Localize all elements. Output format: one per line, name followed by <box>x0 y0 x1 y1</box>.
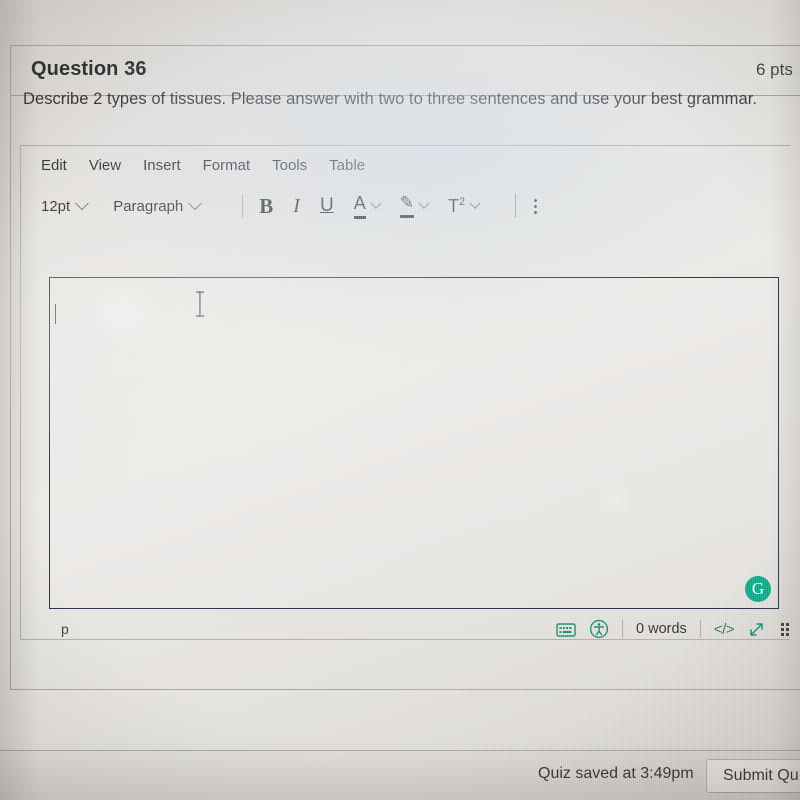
question-points: 6 pts <box>756 60 793 79</box>
status-divider <box>622 620 624 638</box>
accessibility-icon[interactable] <box>589 619 609 639</box>
bold-button[interactable]: B <box>259 194 273 219</box>
editor-menubar: Edit View Insert Format Tools Table <box>21 146 790 184</box>
font-size-dropdown[interactable]: 12pt <box>41 196 90 215</box>
menu-item-insert[interactable]: Insert <box>143 157 181 174</box>
footer-divider <box>0 750 800 751</box>
photographed-screen: Question 36 6 pts Describe 2 types of ti… <box>0 0 800 800</box>
menu-item-view[interactable]: View <box>89 157 121 174</box>
chevron-down-icon <box>188 196 203 211</box>
word-count: 0 words <box>636 621 687 637</box>
editor-status-bar: p 0 words </> <box>49 616 789 642</box>
question-header: Question 36 6 pts <box>11 46 800 96</box>
vertical-dots-icon <box>534 198 538 214</box>
italic-button[interactable]: I <box>293 195 300 218</box>
block-format-dropdown[interactable]: Paragraph <box>113 196 203 215</box>
block-format-value: Paragraph <box>113 197 184 215</box>
italic-icon: I <box>293 194 300 217</box>
menu-item-tools[interactable]: Tools <box>272 157 307 174</box>
question-title: Question 36 <box>31 58 147 80</box>
toolbar-divider <box>515 194 517 218</box>
text-color-icon: A <box>353 194 366 219</box>
highlight-color-button[interactable]: ✎ <box>399 194 430 218</box>
highlighter-pen-icon: ✎ <box>399 194 414 218</box>
rich-content-editor: Edit View Insert Format Tools Table 12pt… <box>20 145 790 640</box>
ibeam-mouse-cursor <box>196 291 204 317</box>
text-caret <box>55 304 57 324</box>
superscript-icon: T2 <box>447 195 466 216</box>
keyboard-icon[interactable] <box>556 621 576 637</box>
editor-text-area[interactable]: G <box>49 277 779 609</box>
grammarly-badge[interactable]: G <box>745 576 771 602</box>
underline-button[interactable]: U <box>320 195 334 217</box>
resize-handle-icon[interactable] <box>781 622 789 636</box>
editor-toolbar: 12pt Paragraph B I U A ✎ T2 <box>21 184 790 228</box>
status-divider <box>699 620 701 638</box>
chevron-down-icon <box>469 197 481 209</box>
menu-item-table[interactable]: Table <box>329 157 365 174</box>
chevron-down-icon <box>370 197 382 209</box>
font-size-value: 12pt <box>41 197 71 215</box>
submit-quiz-button[interactable]: Submit Qu <box>706 759 800 793</box>
quiz-save-status: Quiz saved at 3:49pm <box>538 765 694 782</box>
text-color-button[interactable]: A <box>353 194 382 219</box>
question-prompt-text: Describe 2 types of tissues. Please answ… <box>23 90 757 108</box>
chevron-down-icon <box>75 196 90 211</box>
bold-icon: B <box>259 193 274 218</box>
underline-icon: U <box>319 195 334 216</box>
status-bar-tools: 0 words </> <box>556 619 789 639</box>
menu-item-edit[interactable]: Edit <box>41 157 67 174</box>
menu-item-format[interactable]: Format <box>203 157 251 174</box>
fullscreen-icon[interactable] <box>747 620 766 639</box>
more-options-button[interactable] <box>532 198 538 214</box>
chevron-down-icon <box>418 197 430 209</box>
element-path[interactable]: p <box>61 621 69 637</box>
superscript-button[interactable]: T2 <box>447 195 481 217</box>
html-editor-icon[interactable]: </> <box>714 621 735 638</box>
toolbar-divider <box>242 194 244 218</box>
